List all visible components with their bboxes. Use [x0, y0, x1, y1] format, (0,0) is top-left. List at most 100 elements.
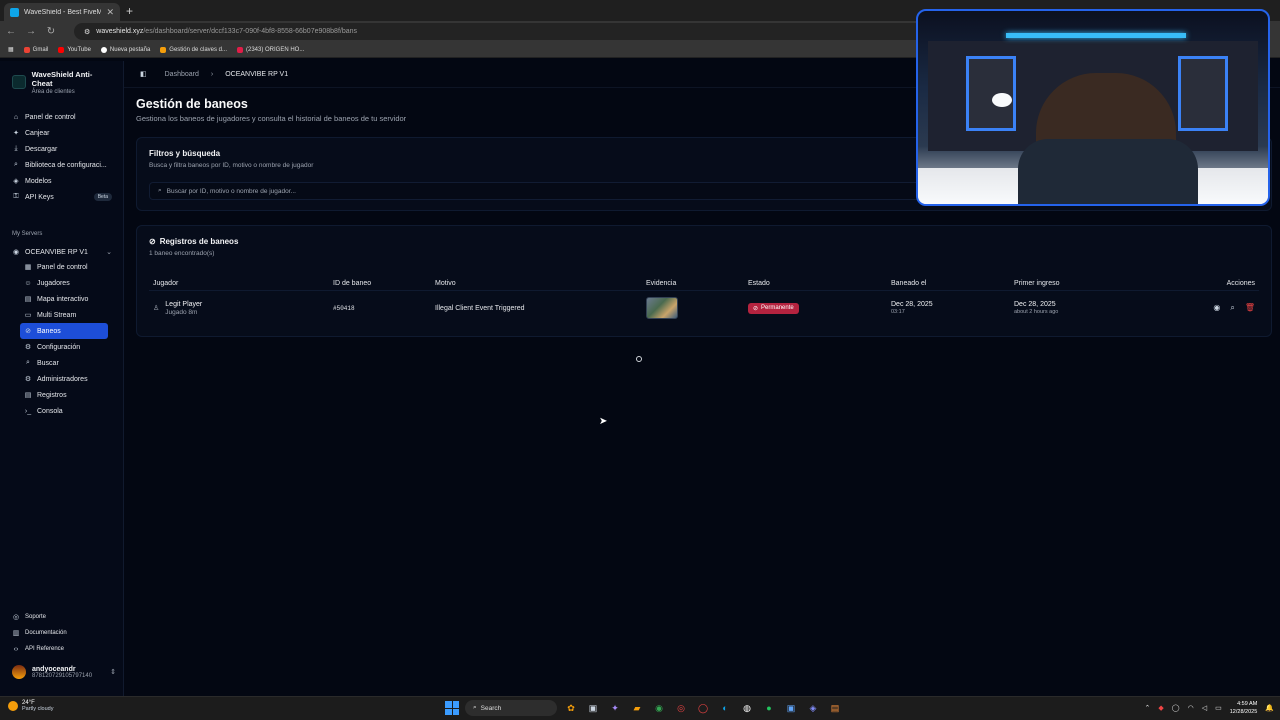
- table-row[interactable]: ♙ Legit Player Jugado 8m #50418 Illegal …: [149, 294, 1259, 322]
- chevron-up-icon[interactable]: ⌃: [1145, 704, 1151, 712]
- mouse-cursor-icon: ➤: [599, 416, 608, 427]
- reload-icon[interactable]: ↻: [46, 26, 56, 37]
- battery-icon[interactable]: ▭: [1215, 704, 1222, 712]
- search-icon: ⌕: [473, 704, 477, 711]
- bookmark-origen[interactable]: (2343) ORIGEN HO...: [237, 46, 304, 53]
- section-label: My Servers: [12, 231, 43, 237]
- footer-nav-item-documentaci-n[interactable]: ▥ Documentación: [8, 625, 116, 641]
- webcam-panel-right: [1178, 56, 1228, 131]
- taskbar-apps: ⌕ Search ✿ ▣ ✦ ▰ ◉ ◎ ◯ ◐ ◍ ● ▣ ◈ ▤: [445, 700, 843, 716]
- view-icon[interactable]: ◉: [1213, 303, 1220, 313]
- browser-tab[interactable]: WaveShield - Best FiveM Anti-C ✕: [4, 3, 120, 21]
- footer-nav-item-label: Soporte: [25, 614, 47, 620]
- beta-badge: Beta: [93, 193, 112, 201]
- sidebar-item-label: API Keys: [25, 193, 54, 201]
- server-nav-item-registros[interactable]: ▤ Registros: [20, 387, 108, 403]
- server-nav-item-panel-de-control[interactable]: ▦ Panel de control: [20, 259, 108, 275]
- file-icon: ▤: [24, 392, 32, 399]
- sidebar-item-descargar[interactable]: ⤓ Descargar: [8, 141, 116, 157]
- server-nav-item-label: Consola: [37, 407, 63, 415]
- server-selector[interactable]: ◉ OCEANVIBE RP V1 ⌄: [8, 244, 116, 260]
- google-icon: [100, 46, 107, 53]
- widgets-icon[interactable]: ✿: [563, 700, 579, 716]
- weather-icon: [8, 701, 18, 711]
- taskbar-search-label: Search: [480, 704, 502, 712]
- bottom-nav: ◎ Soporte ▥ Documentación ‹› API Reference: [8, 609, 116, 657]
- app-icon[interactable]: ▣: [783, 700, 799, 716]
- page-subtitle: Gestiona los baneos de jugadores y consu…: [136, 114, 407, 123]
- footer-nav-item-soporte[interactable]: ◎ Soporte: [8, 609, 116, 625]
- server-nav-item-label: Mapa interactivo: [37, 295, 89, 303]
- obs-icon[interactable]: ◍: [739, 700, 755, 716]
- sidebar-item-canjear[interactable]: ✦ Canjear: [8, 125, 116, 141]
- edge-icon[interactable]: ◐: [717, 700, 733, 716]
- apps-grid-icon[interactable]: ▦: [8, 46, 14, 53]
- taskbar-search[interactable]: ⌕ Search: [465, 700, 557, 716]
- server-nav-item-administradores[interactable]: ⚙ Administradores: [20, 371, 108, 387]
- player-cell: ♙ Legit Player Jugado 8m: [153, 301, 333, 316]
- weather-desc: Partly cloudy: [22, 706, 54, 712]
- back-icon[interactable]: ←: [6, 26, 16, 37]
- sidebar-item-api-keys[interactable]: ⚿ API Keys Beta: [8, 189, 116, 205]
- opera-gx-icon[interactable]: ◯: [695, 700, 711, 716]
- gift-icon: ✦: [13, 130, 19, 137]
- folder-icon: [160, 46, 167, 53]
- taskbar: 24°F Partly cloudy ⌕ Search ✿ ▣ ✦ ▰ ◉ ◎ …: [0, 696, 1280, 720]
- waveshield-logo-icon: [12, 75, 26, 89]
- tray-app-icon[interactable]: ◯: [1172, 704, 1180, 712]
- server-nav-item-mapa-interactivo[interactable]: ▤ Mapa interactivo: [20, 291, 108, 307]
- filters-title: Filtros y búsqueda: [149, 149, 221, 158]
- app-icon[interactable]: ▤: [827, 700, 843, 716]
- spotify-icon[interactable]: ●: [761, 700, 777, 716]
- bookmark-gmail[interactable]: Gmail: [23, 46, 48, 53]
- file-explorer-icon[interactable]: ▰: [629, 700, 645, 716]
- bookmark-youtube[interactable]: YouTube: [58, 46, 91, 53]
- breadcrumb-dashboard[interactable]: Dashboard: [165, 71, 199, 78]
- server-nav-item-buscar[interactable]: ⌕ Buscar: [20, 355, 108, 371]
- webcam-overlay: [916, 9, 1270, 206]
- server-nav-item-jugadores[interactable]: ☺ Jugadores: [20, 275, 108, 291]
- delete-icon[interactable]: 🗑: [1245, 303, 1255, 313]
- first-join-relative: about 2 hours ago: [1014, 309, 1059, 315]
- sidebar-item-modelos[interactable]: ◈ Modelos: [8, 173, 116, 189]
- col-status: Estado: [748, 280, 770, 287]
- close-tab-icon[interactable]: ✕: [106, 7, 114, 18]
- weather-widget[interactable]: 24°F Partly cloudy: [8, 700, 54, 712]
- tray-app-icon[interactable]: ◆: [1158, 704, 1163, 712]
- windows-start-icon[interactable]: [445, 701, 459, 715]
- server-nav-item-configuraci-n[interactable]: ⚙ Configuración: [20, 339, 108, 355]
- ban-icon: ⊘: [149, 237, 156, 246]
- user-id: 878120729105797140: [32, 672, 93, 679]
- sidebar-toggle-icon[interactable]: ◧: [140, 70, 147, 78]
- search-icon[interactable]: ⌕: [1230, 303, 1234, 313]
- notification-icon[interactable]: 🔔: [1265, 704, 1274, 712]
- webcam-lamp: [992, 93, 1012, 107]
- discord-icon[interactable]: ◈: [805, 700, 821, 716]
- forward-icon[interactable]: →: [26, 26, 36, 37]
- sidebar-item-panel-de-control[interactable]: ⌂ Panel de control: [8, 109, 116, 125]
- wifi-icon[interactable]: ◠: [1188, 704, 1194, 712]
- clock[interactable]: 4:59 AM 12/28/2025: [1230, 700, 1258, 716]
- copilot-icon[interactable]: ✦: [607, 700, 623, 716]
- col-reason: Motivo: [435, 280, 456, 287]
- new-tab-icon[interactable]: +: [126, 4, 133, 18]
- user-menu[interactable]: andyoceandr 878120729105797140 ⇕: [12, 665, 116, 679]
- sidebar-item-biblioteca-de-configuraci[interactable]: ⌕ Biblioteca de configuraci...: [8, 157, 116, 173]
- bookmark-new-tab[interactable]: Nueva pestaña: [100, 46, 150, 53]
- server-nav-item-baneos[interactable]: ⊘ Baneos: [20, 323, 108, 339]
- bookmark-key-management[interactable]: Gestión de claves d...: [160, 46, 227, 53]
- url-host: waveshield.xyz: [96, 28, 144, 35]
- task-view-icon[interactable]: ▣: [585, 700, 601, 716]
- volume-icon[interactable]: ◁: [1202, 704, 1207, 712]
- chrome-icon[interactable]: ◉: [651, 700, 667, 716]
- evidence-thumbnail[interactable]: [646, 297, 678, 319]
- server-nav-item-consola[interactable]: ›_ Consola: [20, 403, 108, 419]
- server-nav-item-multi-stream[interactable]: ▭ Multi Stream: [20, 307, 108, 323]
- opera-icon[interactable]: ◎: [673, 700, 689, 716]
- site-info-icon[interactable]: ⚙: [84, 28, 90, 36]
- brand[interactable]: WaveShield Anti-Cheat Área de clientes: [0, 61, 123, 95]
- url-field[interactable]: ⚙ waveshield.xyz/es/dashboard/server/dcc…: [74, 23, 974, 40]
- ban-id: #50418: [333, 304, 355, 312]
- terminal-icon: ›_: [24, 407, 32, 415]
- footer-nav-item-api-reference[interactable]: ‹› API Reference: [8, 641, 116, 657]
